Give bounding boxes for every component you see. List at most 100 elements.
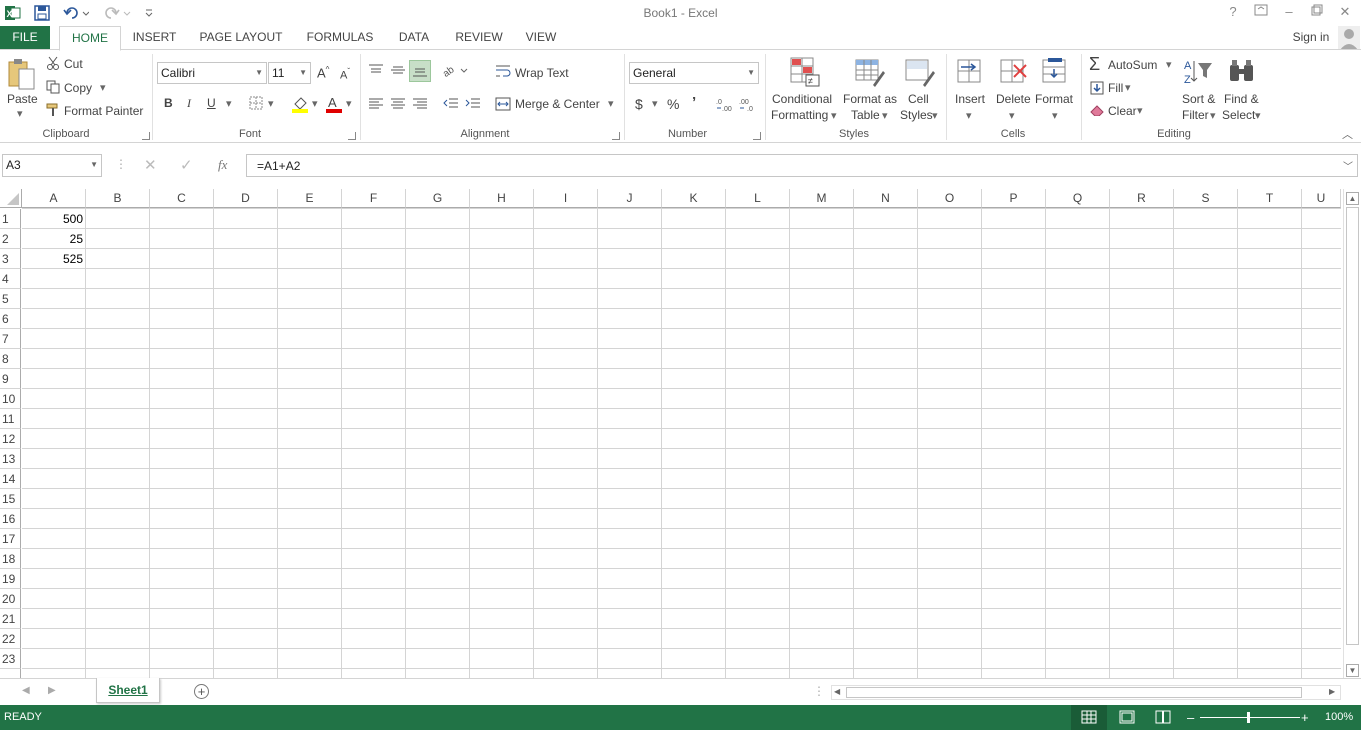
cell-styles-label-2[interactable]: Styles — [900, 108, 933, 122]
autosum-icon[interactable]: Σ — [1089, 54, 1100, 75]
bold-button[interactable]: B — [164, 96, 173, 110]
delete-cells-icon[interactable] — [997, 56, 1029, 88]
ribbon-display-options-icon[interactable] — [1250, 3, 1272, 21]
autosum-button[interactable]: AutoSum — [1108, 58, 1157, 72]
scroll-right-icon[interactable]: ▶ — [1329, 687, 1335, 696]
tab-page-layout[interactable]: PAGE LAYOUT — [194, 26, 288, 50]
find-select-dropdown-icon[interactable]: ▾ — [1255, 109, 1261, 122]
clear-dropdown-icon[interactable]: ▾ — [1137, 104, 1143, 117]
borders-dropdown-icon[interactable]: ▾ — [268, 97, 274, 110]
borders-icon[interactable] — [247, 95, 265, 111]
insert-function-icon[interactable]: fx — [218, 157, 227, 173]
copy-button[interactable]: Copy — [64, 81, 92, 95]
wrap-text-button[interactable]: Wrap Text — [515, 66, 569, 80]
format-dropdown-icon[interactable]: ▾ — [1052, 109, 1058, 122]
align-right-icon[interactable] — [410, 94, 430, 114]
align-center-icon[interactable] — [388, 94, 408, 114]
align-top-icon[interactable] — [366, 60, 386, 80]
user-avatar-icon[interactable] — [1338, 26, 1360, 50]
conditional-formatting-label-1[interactable]: Conditional — [772, 92, 832, 106]
orientation-icon[interactable]: ab — [441, 60, 469, 80]
tab-split-handle-icon[interactable]: ⋮ — [813, 684, 825, 698]
format-cells-button[interactable]: Format — [1035, 92, 1073, 106]
fill-icon[interactable] — [1089, 80, 1105, 96]
comma-button[interactable]: ’ — [692, 94, 696, 111]
cancel-entry-icon[interactable]: ✕ — [144, 156, 157, 174]
increase-decimal-icon[interactable]: .0.00 — [716, 94, 736, 114]
fill-color-icon[interactable] — [290, 94, 310, 114]
number-format-combo[interactable]: General ▼ — [629, 62, 759, 84]
find-select-label-2[interactable]: Select — [1222, 108, 1255, 122]
cell-styles-label-1[interactable]: Cell — [908, 92, 929, 106]
find-select-label-1[interactable]: Find & — [1224, 92, 1259, 106]
tab-home[interactable]: HOME — [59, 26, 121, 51]
format-painter-icon[interactable] — [45, 102, 61, 118]
format-as-table-label-1[interactable]: Format as — [843, 92, 897, 106]
restore-icon[interactable] — [1306, 3, 1328, 21]
delete-dropdown-icon[interactable]: ▾ — [1009, 109, 1015, 122]
sign-in-link[interactable]: Sign in — [1288, 26, 1334, 50]
vertical-scrollbar[interactable]: ▲ ▼ — [1343, 189, 1361, 678]
format-as-table-icon[interactable] — [854, 56, 886, 88]
cell-a2[interactable]: 25 — [22, 229, 86, 249]
paste-icon[interactable] — [6, 56, 36, 92]
sort-filter-label-2[interactable]: Filter — [1182, 108, 1209, 122]
formula-input[interactable]: =A1+A2 ﹀ — [246, 154, 1358, 177]
conditional-dropdown-icon[interactable]: ▾ — [831, 109, 837, 122]
italic-button[interactable]: I — [187, 96, 191, 111]
cut-icon[interactable] — [45, 55, 61, 71]
horizontal-scrollbar[interactable]: ◀ ▶ — [831, 685, 1341, 700]
tab-insert[interactable]: INSERT — [128, 26, 181, 50]
copy-dropdown-icon[interactable]: ▾ — [100, 81, 106, 94]
delete-cells-button[interactable]: Delete — [996, 92, 1031, 106]
expand-formula-icon[interactable]: ﹀ — [1343, 158, 1353, 173]
increase-indent-icon[interactable] — [463, 94, 483, 114]
format-cells-icon[interactable] — [1039, 56, 1071, 88]
decrease-decimal-icon[interactable]: .00.0 — [739, 94, 759, 114]
percent-button[interactable]: % — [667, 96, 679, 112]
clear-icon[interactable] — [1089, 102, 1105, 118]
cell-a1[interactable]: 500 — [22, 209, 86, 229]
cell-a3[interactable]: 525 — [22, 249, 86, 269]
currency-dropdown-icon[interactable]: ▾ — [652, 97, 658, 110]
tab-file[interactable]: FILE — [0, 26, 50, 50]
zoom-level[interactable]: 100% — [1325, 711, 1353, 723]
merge-dropdown-icon[interactable]: ▾ — [608, 97, 614, 110]
align-bottom-icon[interactable] — [409, 60, 431, 82]
fill-dropdown-icon[interactable]: ▾ — [1125, 81, 1131, 94]
autosum-dropdown-icon[interactable]: ▾ — [1166, 58, 1172, 71]
zoom-slider-track[interactable] — [1200, 717, 1300, 718]
horizontal-scroll-thumb[interactable] — [846, 687, 1302, 698]
help-icon[interactable]: ? — [1222, 3, 1244, 21]
font-size-combo[interactable]: 11 ▼ — [268, 62, 311, 84]
zoom-out-icon[interactable]: – — [1187, 710, 1194, 725]
cell-styles-icon[interactable] — [904, 56, 936, 88]
wrap-text-icon[interactable] — [495, 63, 511, 79]
underline-dropdown-icon[interactable]: ▾ — [226, 97, 232, 110]
cell-styles-dropdown-icon[interactable]: ▾ — [932, 109, 938, 122]
prev-sheet-icon[interactable]: ◀ — [22, 685, 30, 696]
tab-view[interactable]: VIEW — [518, 26, 564, 50]
close-icon[interactable]: ✕ — [1334, 3, 1356, 21]
conditional-formatting-label-2[interactable]: Formatting — [771, 108, 828, 122]
worksheet-grid[interactable]: ABCDEFGHIJKLMNOPQRSTU 1 2 3 4 5 6 7 8 9 10 11 12 13 1… — [0, 189, 1361, 678]
find-select-icon[interactable] — [1226, 56, 1258, 88]
merge-center-icon[interactable] — [495, 96, 511, 112]
align-left-icon[interactable] — [366, 94, 386, 114]
sort-filter-dropdown-icon[interactable]: ▾ — [1210, 109, 1216, 122]
conditional-formatting-icon[interactable]: ≠ — [789, 56, 821, 88]
normal-view-button[interactable] — [1071, 705, 1107, 730]
tab-formulas[interactable]: FORMULAS — [300, 26, 380, 50]
minimize-icon[interactable]: – — [1278, 3, 1300, 21]
currency-button[interactable]: $ — [635, 96, 643, 112]
name-box[interactable]: A3 ▼ — [2, 154, 102, 177]
clear-button[interactable]: Clear — [1108, 104, 1137, 118]
tab-data[interactable]: DATA — [390, 26, 438, 50]
next-sheet-icon[interactable]: ▶ — [48, 685, 56, 696]
clipboard-launcher-icon[interactable] — [142, 132, 150, 140]
confirm-entry-icon[interactable]: ✓ — [180, 156, 193, 174]
sort-filter-label-1[interactable]: Sort & — [1182, 92, 1215, 106]
format-painter-button[interactable]: Format Painter — [64, 104, 143, 118]
scroll-down-icon[interactable]: ▼ — [1346, 664, 1359, 677]
insert-cells-button[interactable]: Insert — [955, 92, 985, 106]
